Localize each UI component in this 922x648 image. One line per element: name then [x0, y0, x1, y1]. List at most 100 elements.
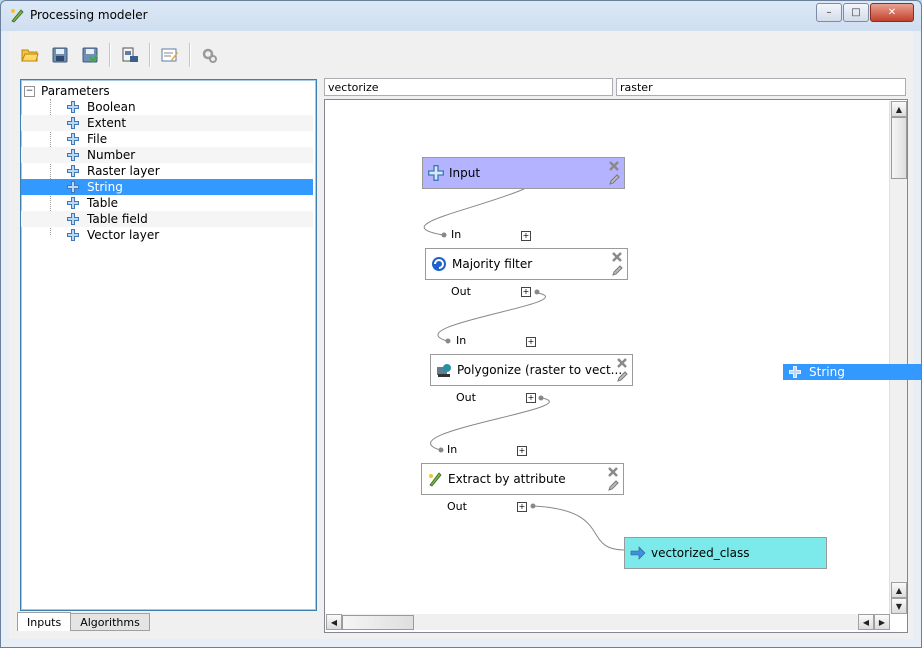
open-icon	[21, 49, 39, 62]
collapse-icon[interactable]: −	[24, 85, 35, 97]
remove-icon[interactable]	[616, 357, 628, 369]
output-port-dot	[534, 289, 540, 295]
tab-inputs[interactable]: Inputs	[17, 612, 72, 631]
parameter-plus-icon	[428, 165, 444, 181]
title-bar[interactable]: Processing modeler – □ ✕	[1, 1, 921, 30]
export-image-icon	[122, 47, 138, 62]
add-parameter-icon	[67, 149, 79, 161]
close-button[interactable]: ✕	[870, 3, 914, 22]
drag-preview-string: String	[783, 364, 921, 380]
run-icon	[202, 48, 217, 63]
drag-label: String	[809, 365, 845, 379]
add-parameter-icon	[67, 117, 79, 129]
port-label-out: Out	[447, 500, 467, 513]
edit-pencil-icon[interactable]	[616, 371, 628, 383]
add-parameter-icon	[67, 197, 79, 209]
edit-pencil-icon[interactable]	[607, 480, 619, 492]
output-port-dot	[530, 503, 536, 509]
expand-port-icon[interactable]: +	[526, 393, 536, 403]
tree-item-table[interactable]: Table	[21, 195, 313, 211]
tree-root-label: Parameters	[41, 84, 110, 98]
tree-item-raster-layer[interactable]: Raster layer	[21, 163, 313, 179]
open-model-button[interactable]	[17, 42, 43, 68]
maximize-button[interactable]: □	[843, 3, 869, 22]
node-label: Majority filter	[452, 257, 533, 271]
model-group-field[interactable]: raster	[616, 78, 906, 96]
save-button[interactable]	[47, 42, 73, 68]
tree-root-parameters[interactable]: − Parameters	[24, 83, 110, 99]
horizontal-scrollbar[interactable]: ◀ ◀ ▶	[326, 614, 890, 630]
save-as-icon	[82, 47, 98, 63]
save-as-button[interactable]	[77, 42, 103, 68]
export-image-button[interactable]	[117, 42, 143, 68]
scroll-right-icon[interactable]: ▶	[874, 614, 890, 630]
run-model-button[interactable]	[197, 42, 223, 68]
tree-item-label: Vector layer	[87, 228, 160, 242]
tab-algorithms[interactable]: Algorithms	[70, 613, 150, 631]
add-parameter-icon	[67, 181, 79, 193]
tree-item-number[interactable]: Number	[21, 147, 313, 163]
tree-item-label: Table	[87, 196, 119, 210]
vertical-scrollbar[interactable]: ▲ ▲ ▼	[889, 101, 907, 614]
expand-port-icon[interactable]: +	[521, 231, 531, 241]
toolbar	[17, 39, 227, 71]
toolbar-separator	[189, 43, 191, 67]
tree-item-label: Boolean	[87, 100, 136, 114]
edit-pencil-icon[interactable]	[608, 174, 620, 186]
node-label: Polygonize (raster to vect...	[457, 363, 623, 377]
modeler-window: Processing modeler – □ ✕ − Parameters Bo…	[0, 0, 922, 648]
add-parameter-icon	[67, 133, 79, 145]
scroll-up-icon[interactable]: ▲	[891, 101, 907, 117]
tree-item-string[interactable]: String	[21, 179, 313, 195]
port-label-in: In	[451, 228, 462, 241]
toolbar-separator	[109, 43, 111, 67]
output-arrow-icon	[630, 546, 646, 560]
port-label-in: In	[447, 443, 458, 456]
tree-item-label: Raster layer	[87, 164, 160, 178]
tree-item-label: Extent	[87, 116, 127, 130]
model-name-field[interactable]: vectorize	[324, 78, 613, 96]
tree-item-file[interactable]: File	[21, 131, 313, 147]
expand-port-icon[interactable]: +	[517, 446, 527, 456]
qgis-modeler-icon	[11, 9, 24, 23]
add-parameter-icon	[67, 101, 79, 113]
horizontal-scroll-thumb[interactable]	[342, 615, 414, 630]
node-label: Input	[449, 166, 481, 180]
qgis-algorithm-icon	[429, 472, 442, 487]
expand-port-icon[interactable]: +	[521, 287, 531, 297]
node-extract-by-attribute[interactable]: Extract by attribute	[421, 463, 624, 495]
scroll-down-icon[interactable]: ▲	[891, 582, 907, 598]
add-parameter-icon	[789, 366, 801, 378]
vertical-scroll-thumb[interactable]	[891, 117, 907, 179]
tree-item-label: Table field	[87, 212, 148, 226]
tree-item-boolean[interactable]: Boolean	[21, 99, 313, 115]
tree-item-extent[interactable]: Extent	[21, 115, 313, 131]
port-label-out: Out	[451, 285, 471, 298]
remove-icon[interactable]	[611, 251, 623, 263]
node-polygonize[interactable]: Polygonize (raster to vect...	[430, 354, 633, 386]
edit-help-button[interactable]	[157, 42, 183, 68]
input-port-dot	[445, 338, 451, 344]
expand-port-icon[interactable]: +	[526, 337, 536, 347]
window-title: Processing modeler	[30, 8, 148, 22]
edit-help-icon	[161, 48, 178, 62]
tree-item-label: String	[87, 180, 123, 194]
node-majority-filter[interactable]: Majority filter	[425, 248, 628, 280]
tree-item-label: File	[87, 132, 108, 146]
node-input[interactable]: Input	[422, 157, 625, 189]
node-label: vectorized_class	[651, 546, 750, 560]
parameters-tree[interactable]: − Parameters Boolean Extent File Number	[20, 79, 317, 611]
scroll-left-icon[interactable]: ◀	[858, 614, 874, 630]
edit-pencil-icon[interactable]	[611, 265, 623, 277]
output-port-dot	[538, 395, 544, 401]
node-output[interactable]: vectorized_class	[624, 537, 827, 569]
scroll-down-icon[interactable]: ▼	[891, 598, 907, 614]
minimize-button[interactable]: –	[816, 3, 842, 22]
remove-icon[interactable]	[607, 466, 619, 478]
tree-item-vector-layer[interactable]: Vector layer	[21, 227, 313, 243]
expand-port-icon[interactable]: +	[517, 502, 527, 512]
scroll-left-icon[interactable]: ◀	[326, 614, 342, 630]
remove-icon[interactable]	[608, 160, 620, 172]
save-icon	[52, 47, 68, 63]
tree-item-table-field[interactable]: Table field	[21, 211, 313, 227]
